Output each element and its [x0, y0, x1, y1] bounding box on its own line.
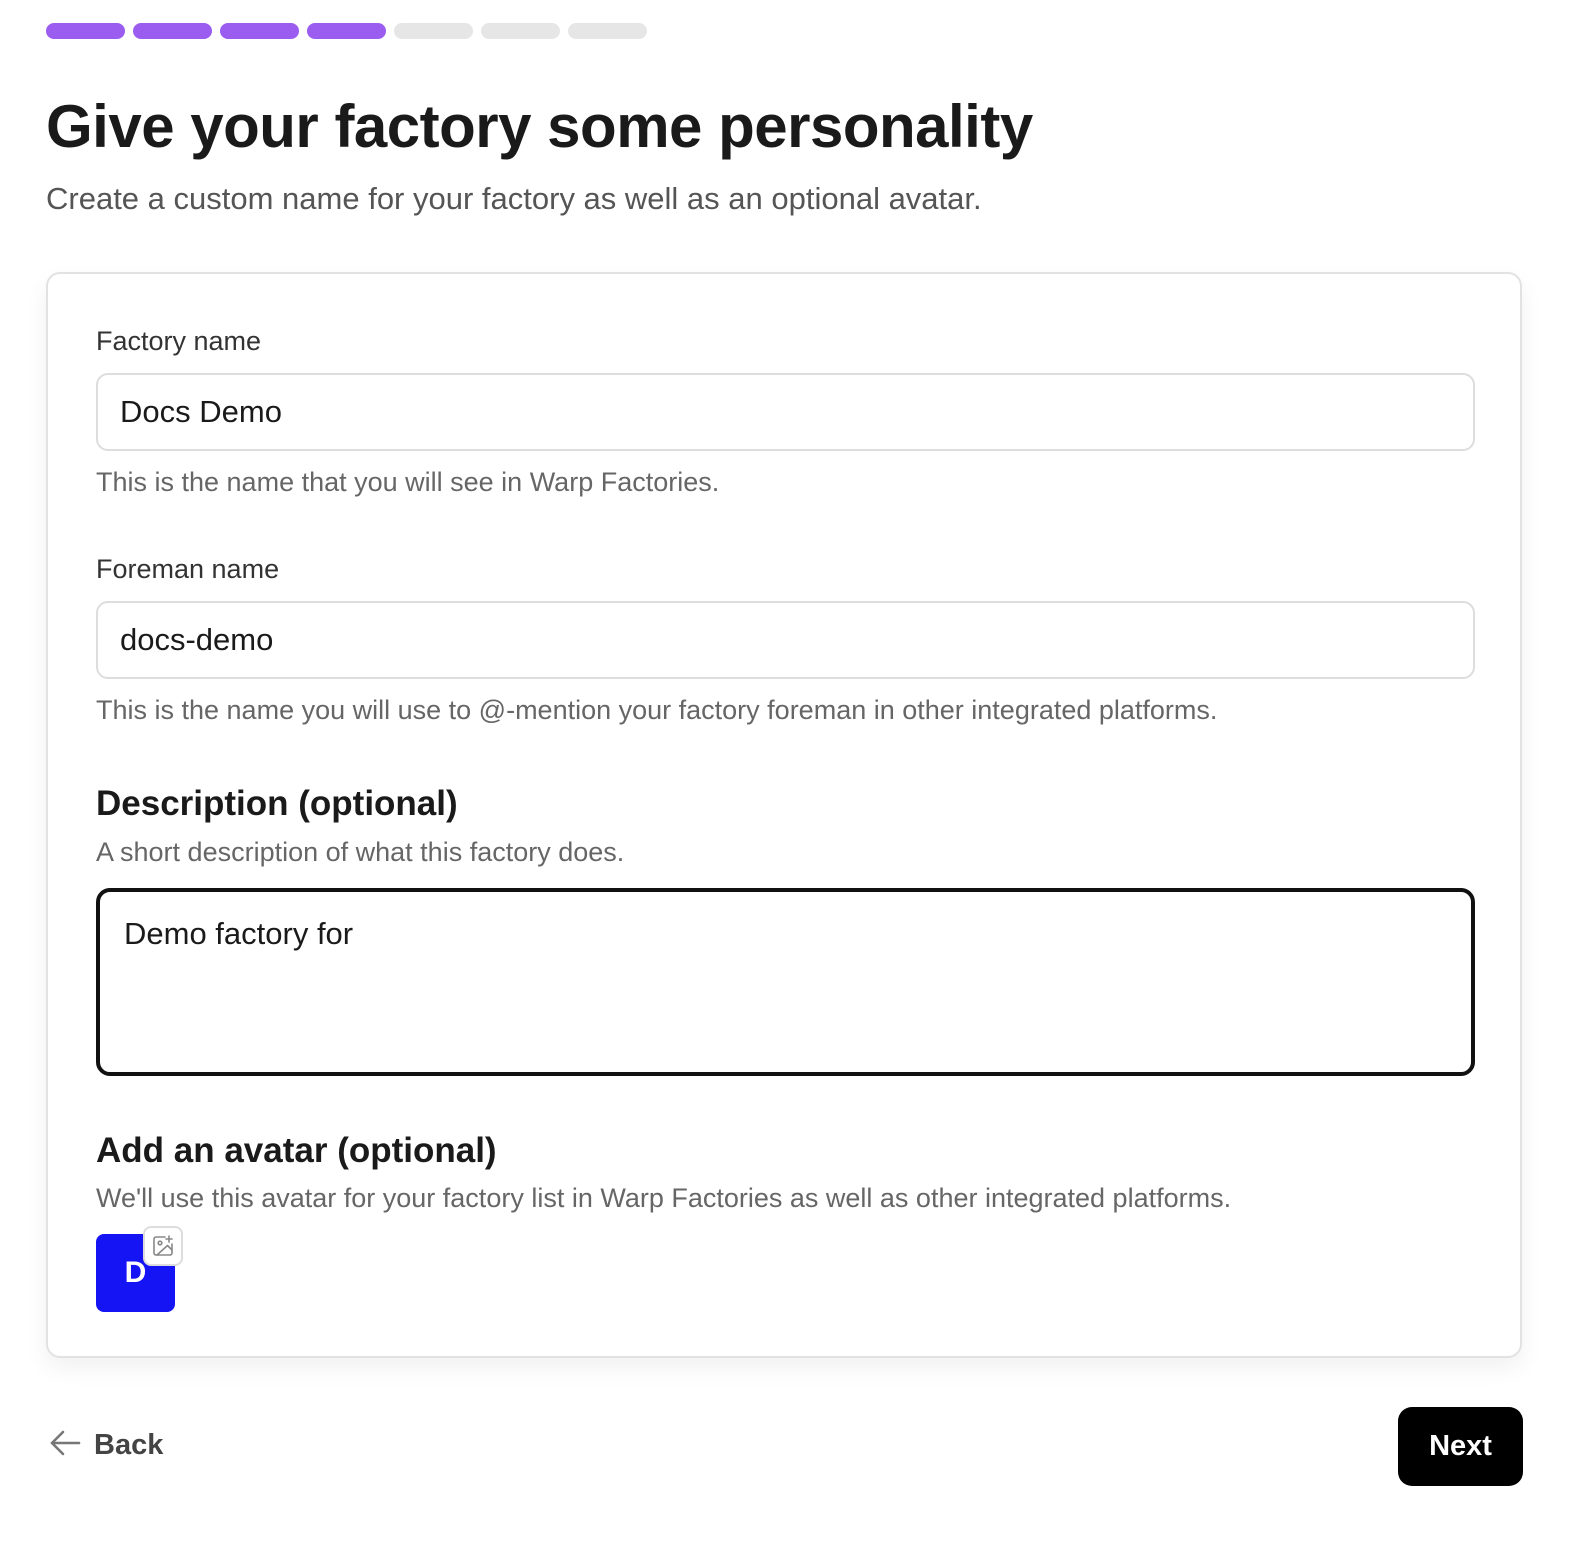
description-textarea[interactable]: Demo factory for	[96, 888, 1475, 1076]
progress-step-1	[46, 23, 125, 39]
avatar-title: Add an avatar (optional)	[96, 1131, 497, 1170]
progress-step-6	[481, 23, 560, 39]
next-button[interactable]: Next	[1398, 1407, 1523, 1486]
onboarding-page: Give your factory some personality Creat…	[0, 0, 1596, 1542]
avatar-helper: We'll use this avatar for your factory l…	[96, 1183, 1232, 1213]
progress-step-5	[394, 23, 473, 39]
avatar-picker[interactable]: D	[96, 1226, 186, 1314]
factory-name-input[interactable]	[96, 373, 1475, 451]
foreman-name-input[interactable]	[96, 601, 1475, 679]
progress-steps	[46, 23, 647, 39]
progress-step-3	[220, 23, 299, 39]
progress-step-4	[307, 23, 386, 39]
description-title: Description (optional)	[96, 784, 458, 823]
back-button[interactable]: Back	[48, 1428, 163, 1463]
factory-name-helper: This is the name that you will see in Wa…	[96, 467, 720, 497]
description-helper: A short description of what this factory…	[96, 837, 625, 867]
back-label: Back	[94, 1429, 164, 1461]
foreman-name-label: Foreman name	[96, 554, 280, 584]
factory-name-label: Factory name	[96, 326, 262, 356]
image-add-icon[interactable]	[143, 1226, 183, 1266]
progress-step-2	[133, 23, 212, 39]
foreman-name-helper: This is the name you will use to @-menti…	[96, 695, 1218, 725]
factory-details-card: Factory name This is the name that you w…	[46, 272, 1522, 1358]
arrow-left-icon	[48, 1428, 82, 1463]
page-title: Give your factory some personality	[46, 93, 1033, 160]
progress-step-7	[568, 23, 647, 39]
page-subtitle: Create a custom name for your factory as…	[46, 181, 982, 216]
